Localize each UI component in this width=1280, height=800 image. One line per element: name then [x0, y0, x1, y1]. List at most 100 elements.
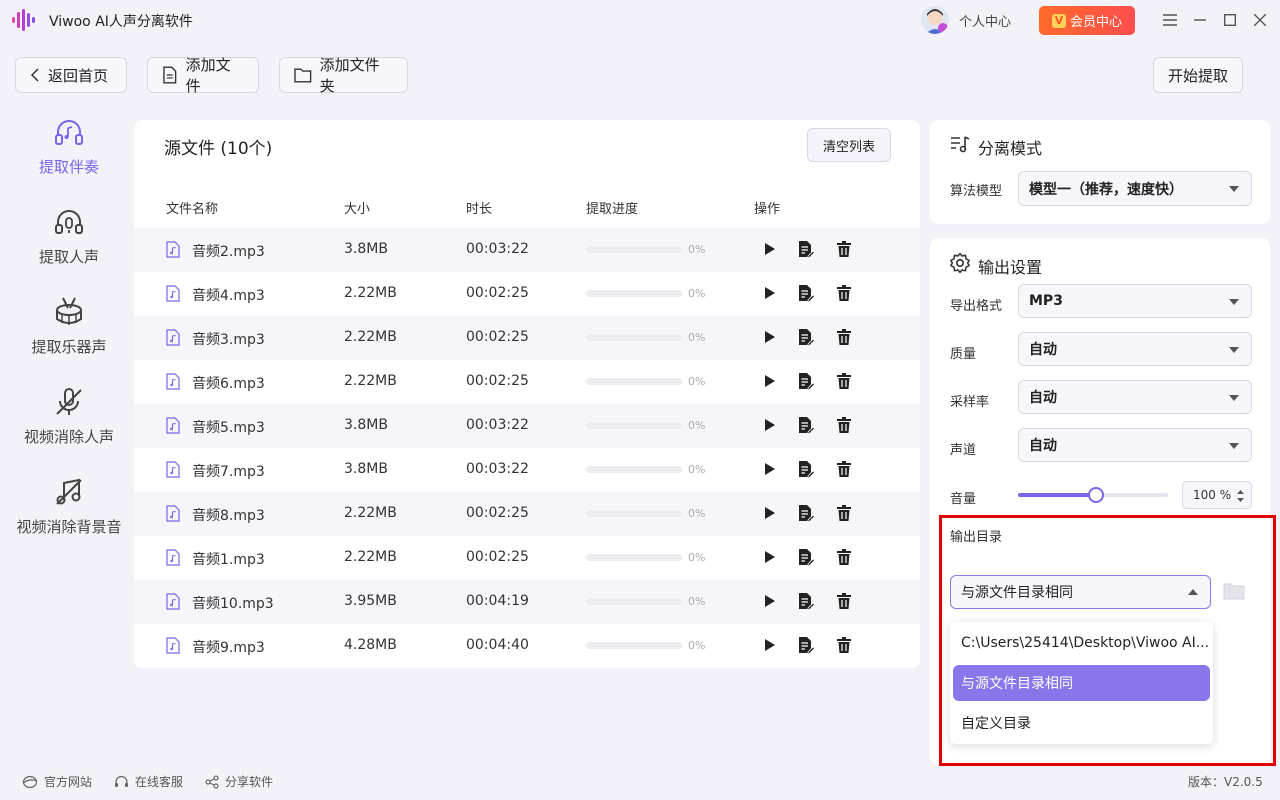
play-icon[interactable]: [760, 416, 778, 434]
app-logo-icon: [10, 7, 38, 33]
trash-icon[interactable]: [835, 460, 853, 478]
edit-file-icon[interactable]: [797, 416, 815, 434]
file-list-panel: 源文件 (10个) 清空列表 文件名称 大小 时长 提取进度 操作 音频2.mp…: [134, 120, 920, 668]
trash-icon[interactable]: [835, 372, 853, 390]
audio-file-icon: [166, 505, 180, 522]
file-name: 音频3.mp3: [192, 332, 265, 348]
minimize-icon[interactable]: [1190, 10, 1210, 30]
nav-extract-instruments[interactable]: 提取乐器声: [0, 296, 138, 357]
vip-center-button[interactable]: V 会员中心: [1039, 6, 1135, 35]
progress-bar: [586, 290, 682, 297]
progress-percent: 0%: [688, 551, 706, 564]
volume-label: 音量: [950, 492, 977, 507]
nav-label: 视频消除背景音: [16, 518, 122, 536]
edit-file-icon[interactable]: [797, 548, 815, 566]
audio-file-icon: [166, 373, 180, 390]
table-row[interactable]: 音频7.mp3 3.8MB 00:03:22 0%: [134, 448, 920, 492]
samplerate-value: 自动: [1029, 390, 1057, 406]
edit-file-icon[interactable]: [797, 240, 815, 258]
add-file-button[interactable]: 添加文件: [147, 56, 259, 95]
table-row[interactable]: 音频5.mp3 3.8MB 00:03:22 0%: [134, 404, 920, 448]
music-off-icon: [56, 478, 82, 505]
edit-file-icon[interactable]: [797, 284, 815, 302]
edit-file-icon[interactable]: [797, 636, 815, 654]
channel-select[interactable]: 自动: [1018, 428, 1252, 462]
table-row[interactable]: 音频4.mp3 2.22MB 00:02:25 0%: [134, 272, 920, 316]
trash-icon[interactable]: [835, 504, 853, 522]
separation-mode-card: 分离模式 算法模型 模型一（推荐，速度快）: [930, 120, 1270, 224]
edit-file-icon[interactable]: [797, 504, 815, 522]
edit-file-icon[interactable]: [797, 460, 815, 478]
trash-icon[interactable]: [835, 240, 853, 258]
nav-label: 视频消除人声: [23, 428, 114, 446]
file-name: 音频6.mp3: [192, 376, 265, 392]
add-file-label: 添加文件: [185, 56, 231, 95]
menu-icon[interactable]: [1160, 10, 1180, 30]
trash-icon[interactable]: [835, 284, 853, 302]
table-row[interactable]: 音频6.mp3 2.22MB 00:02:25 0%: [134, 360, 920, 404]
table-row[interactable]: 音频3.mp3 2.22MB 00:02:25 0%: [134, 316, 920, 360]
file-list-title: 源文件 (10个): [164, 139, 273, 159]
play-icon[interactable]: [760, 372, 778, 390]
user-center-link[interactable]: 个人中心: [959, 11, 1011, 30]
format-select[interactable]: MP3: [1018, 284, 1252, 318]
nav-label: 提取乐器声: [31, 338, 107, 356]
edit-file-icon[interactable]: [797, 592, 815, 610]
play-icon[interactable]: [760, 284, 778, 302]
drum-icon: [56, 297, 82, 325]
audio-file-icon: [166, 417, 180, 434]
trash-icon[interactable]: [835, 636, 853, 654]
table-row[interactable]: 音频10.mp3 3.95MB 00:04:19 0%: [134, 580, 920, 624]
volume-slider-knob[interactable]: [1088, 487, 1104, 503]
volume-slider[interactable]: [1018, 487, 1168, 503]
table-row[interactable]: 音频2.mp3 3.8MB 00:03:22 0%: [134, 228, 920, 272]
quality-select[interactable]: 自动: [1018, 332, 1252, 366]
start-extract-label: 开始提取: [1168, 66, 1229, 85]
play-icon[interactable]: [760, 592, 778, 610]
trash-icon[interactable]: [835, 548, 853, 566]
table-row[interactable]: 音频8.mp3 2.22MB 00:02:25 0%: [134, 492, 920, 536]
model-select[interactable]: 模型一（推荐，速度快）: [1018, 171, 1252, 206]
file-size: 3.8MB: [344, 461, 388, 477]
trash-icon[interactable]: [835, 328, 853, 346]
back-home-button[interactable]: 返回首页: [15, 57, 127, 93]
online-support-link[interactable]: 在线客服: [114, 773, 183, 790]
globe-icon: [22, 775, 38, 788]
file-name: 音频9.mp3: [192, 640, 265, 656]
play-icon[interactable]: [760, 328, 778, 346]
samplerate-select[interactable]: 自动: [1018, 380, 1252, 414]
nav-video-remove-background[interactable]: 视频消除背景音: [0, 476, 138, 537]
start-extract-button[interactable]: 开始提取: [1153, 57, 1243, 93]
clear-list-button[interactable]: 清空列表: [807, 128, 891, 162]
edit-file-icon[interactable]: [797, 328, 815, 346]
trash-icon[interactable]: [835, 592, 853, 610]
play-icon[interactable]: [760, 636, 778, 654]
table-row[interactable]: 音频1.mp3 2.22MB 00:02:25 0%: [134, 536, 920, 580]
progress-bar: [586, 334, 682, 341]
nav-extract-vocals[interactable]: 提取人声: [0, 206, 138, 267]
audio-file-icon: [166, 461, 180, 478]
nav-extract-accompaniment[interactable]: 提取伴奏: [0, 116, 138, 177]
column-header-progress: 提取进度: [586, 202, 639, 217]
maximize-icon[interactable]: [1220, 10, 1240, 30]
version-label: 版本：V2.0.5: [1188, 775, 1263, 789]
trash-icon[interactable]: [835, 416, 853, 434]
volume-input[interactable]: 100 %: [1182, 481, 1252, 509]
play-icon[interactable]: [760, 504, 778, 522]
official-website-link[interactable]: 官方网站: [22, 773, 92, 790]
play-icon[interactable]: [760, 240, 778, 258]
share-software-link[interactable]: 分享软件: [205, 773, 273, 790]
user-avatar[interactable]: [921, 6, 949, 34]
model-label: 算法模型: [950, 184, 1003, 199]
file-duration: 00:04:19: [466, 593, 529, 609]
play-icon[interactable]: [760, 460, 778, 478]
close-icon[interactable]: [1250, 10, 1270, 30]
add-folder-button[interactable]: 添加文件夹: [279, 56, 408, 95]
format-value: MP3: [1029, 293, 1063, 309]
table-row[interactable]: 音频9.mp3 4.28MB 00:04:40 0%: [134, 624, 920, 668]
stepper-icon[interactable]: [1236, 489, 1245, 503]
edit-file-icon[interactable]: [797, 372, 815, 390]
play-icon[interactable]: [760, 548, 778, 566]
output-settings-title: 输出设置: [978, 258, 1043, 277]
nav-video-remove-vocals[interactable]: 视频消除人声: [0, 386, 138, 447]
